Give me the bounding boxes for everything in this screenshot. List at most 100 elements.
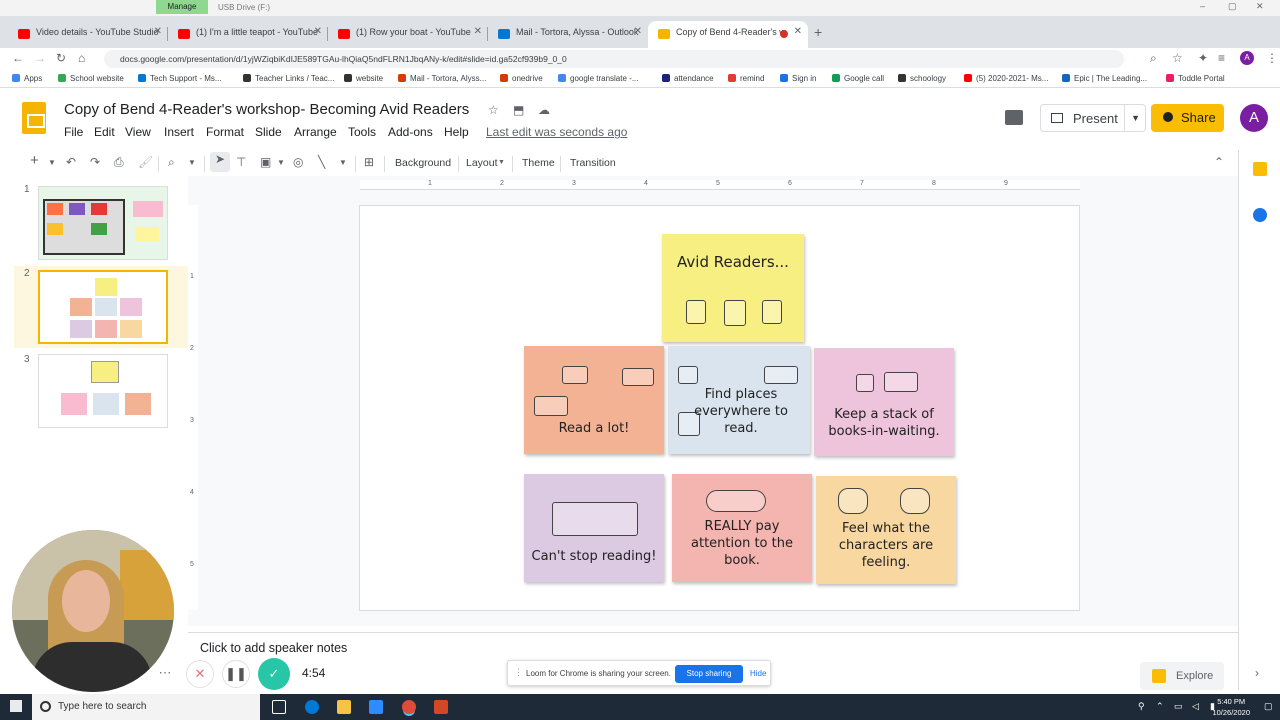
bookmark-school-website[interactable]: School website <box>58 74 124 83</box>
close-tab-icon[interactable]: ✕ <box>634 26 642 37</box>
close-icon[interactable]: ✕ <box>1256 1 1264 12</box>
manage-tab[interactable]: Manage <box>156 0 208 14</box>
home-icon[interactable]: ⌂ <box>78 51 85 65</box>
bookmark-youtube[interactable]: (5) 2020-2021- Ms... <box>964 74 1048 83</box>
powerpoint-icon[interactable] <box>434 700 448 714</box>
close-tab-icon[interactable]: ✕ <box>154 26 162 37</box>
document-title[interactable]: Copy of Bend 4-Reader's workshop- Becomi… <box>64 101 469 118</box>
menu-arrange[interactable]: Arrange <box>294 125 337 139</box>
present-button[interactable]: Present ▼ <box>1040 104 1146 132</box>
kebab-icon[interactable]: ⋮ <box>1266 51 1278 65</box>
zoom-icon[interactable]: ⌕ <box>168 155 175 170</box>
windows-start-icon[interactable] <box>10 700 22 712</box>
bookmark-teacher-links[interactable]: Teacher Links / Teac... <box>243 74 334 83</box>
comment-add-icon[interactable]: ⊞ <box>364 155 374 169</box>
new-slide-icon[interactable]: + <box>30 152 39 169</box>
tasks-icon[interactable] <box>1253 208 1267 222</box>
edge-icon[interactable] <box>305 700 319 714</box>
shape-icon[interactable]: ◎ <box>293 155 303 169</box>
minimize-icon[interactable]: – <box>1200 1 1205 11</box>
bookmark-epic[interactable]: Epic | The Leading... <box>1062 74 1147 83</box>
select-cursor-icon[interactable]: ➤ <box>210 152 230 172</box>
bookmark-sign-in[interactable]: Sign in <box>780 74 816 83</box>
sticky-note-read-a-lot[interactable]: Read a lot! <box>524 346 664 454</box>
menu-list-icon[interactable]: ≡ <box>1218 51 1225 65</box>
bookmark-google-call[interactable]: Google call <box>832 74 884 83</box>
explore-button[interactable]: Explore <box>1140 662 1224 690</box>
slide-thumbnail-2[interactable] <box>38 270 168 344</box>
cancel-recording-icon[interactable]: ✕ <box>186 660 214 688</box>
close-tab-icon[interactable]: ✕ <box>314 26 322 37</box>
bookmark-tech-support[interactable]: Tech Support - Ms... <box>138 74 222 83</box>
sticky-note-find-places[interactable]: Find places everywhere to read. <box>668 346 810 454</box>
close-tab-icon[interactable]: ✕ <box>794 26 802 37</box>
finish-recording-icon[interactable]: ✓ <box>258 658 290 690</box>
chevron-down-icon[interactable]: ▼ <box>188 158 196 167</box>
zoom-app-icon[interactable] <box>369 700 383 714</box>
forward-icon[interactable]: → <box>34 51 46 65</box>
drag-handle-icon[interactable]: ⋮ <box>514 667 523 678</box>
webcam-bubble[interactable] <box>12 530 174 692</box>
notifications-icon[interactable]: ▢ <box>1264 701 1273 712</box>
title-sticky-note[interactable]: Avid Readers... <box>662 234 804 342</box>
menu-file[interactable]: File <box>64 125 83 139</box>
task-view-icon[interactable] <box>272 700 286 714</box>
vertical-ruler[interactable]: 1 2 3 4 5 <box>188 205 198 610</box>
collapse-toolbar-icon[interactable]: ⌃ <box>1214 155 1224 169</box>
url-field[interactable]: docs.google.com/presentation/d/1yjWZiqbi… <box>104 50 1124 68</box>
more-options-icon[interactable]: ⋯ <box>152 660 178 686</box>
chevron-down-icon[interactable]: ▼ <box>1131 113 1140 123</box>
menu-tools[interactable]: Tools <box>348 125 376 139</box>
keep-icon[interactable] <box>1253 162 1267 176</box>
slides-logo-icon[interactable] <box>22 102 46 134</box>
tab-outlook[interactable]: Mail - Tortora, Alyssa - Outlook ✕ <box>488 21 648 48</box>
tab-row-boat[interactable]: (1) Row your boat - YouTube ✕ <box>328 21 488 48</box>
last-edit-link[interactable]: Last edit was seconds ago <box>486 125 627 139</box>
line-icon[interactable]: ╲ <box>318 155 325 169</box>
menu-format[interactable]: Format <box>206 125 244 139</box>
image-icon[interactable]: ▣ <box>260 155 271 169</box>
paint-format-icon[interactable]: 🖌 <box>138 155 153 169</box>
print-icon[interactable]: ⎙ <box>114 155 124 170</box>
bookmark-attendance[interactable]: attendance <box>662 74 714 83</box>
maximize-icon[interactable]: ▢ <box>1228 1 1237 12</box>
menu-view[interactable]: View <box>125 125 151 139</box>
network-icon[interactable]: ▭ <box>1174 701 1183 712</box>
undo-icon[interactable]: ↶ <box>66 155 76 169</box>
file-explorer-icon[interactable] <box>337 700 351 714</box>
share-button[interactable]: Share <box>1151 104 1224 132</box>
chevron-down-icon[interactable]: ▼ <box>48 158 56 167</box>
textbox-icon[interactable]: ⊤ <box>236 155 246 169</box>
bookmark-schoology[interactable]: schoology <box>898 74 946 83</box>
bookmark-apps[interactable]: Apps <box>12 74 42 83</box>
chevron-down-icon[interactable]: ▼ <box>277 158 285 167</box>
slide-thumbnail-3[interactable] <box>38 354 168 428</box>
menu-insert[interactable]: Insert <box>164 125 194 139</box>
speaker-notes-placeholder[interactable]: Click to add speaker notes <box>200 641 347 655</box>
bookmark-website[interactable]: website <box>344 74 383 83</box>
taskbar-clock[interactable]: 5:40 PM 10/26/2020 <box>1212 696 1250 718</box>
bookmark-star-icon[interactable]: ☆ <box>1172 51 1183 65</box>
reload-icon[interactable]: ↻ <box>56 51 66 65</box>
bookmark-mail[interactable]: Mail - Tortora, Alyss... <box>398 74 486 83</box>
bookmark-remind[interactable]: remind <box>728 74 764 83</box>
zoom-icon[interactable]: ⌕ <box>1150 51 1157 66</box>
back-icon[interactable]: ← <box>12 51 24 65</box>
sticky-note-feel-characters[interactable]: Feel what the characters are feeling. <box>816 476 956 584</box>
comments-icon[interactable] <box>1005 110 1023 125</box>
bookmark-toddle[interactable]: Toddle Portal <box>1166 74 1225 83</box>
profile-icon[interactable]: A <box>1240 51 1254 65</box>
redo-icon[interactable]: ↷ <box>90 155 100 169</box>
menu-addons[interactable]: Add-ons <box>388 125 433 139</box>
extensions-icon[interactable]: ✦ <box>1198 51 1208 65</box>
account-avatar[interactable]: A <box>1240 104 1268 132</box>
chevron-down-icon[interactable]: ▼ <box>339 158 347 167</box>
close-tab-icon[interactable]: ✕ <box>474 26 482 37</box>
background-button[interactable]: Background <box>395 157 451 169</box>
tray-chevron-icon[interactable]: ⌃ <box>1156 701 1164 712</box>
theme-button[interactable]: Theme <box>522 157 555 169</box>
current-slide[interactable]: Avid Readers... Read a lot! Find places … <box>359 205 1080 611</box>
menu-help[interactable]: Help <box>444 125 469 139</box>
people-icon[interactable]: ⚲ <box>1138 701 1145 712</box>
slide-thumbnail-1[interactable] <box>38 186 168 260</box>
